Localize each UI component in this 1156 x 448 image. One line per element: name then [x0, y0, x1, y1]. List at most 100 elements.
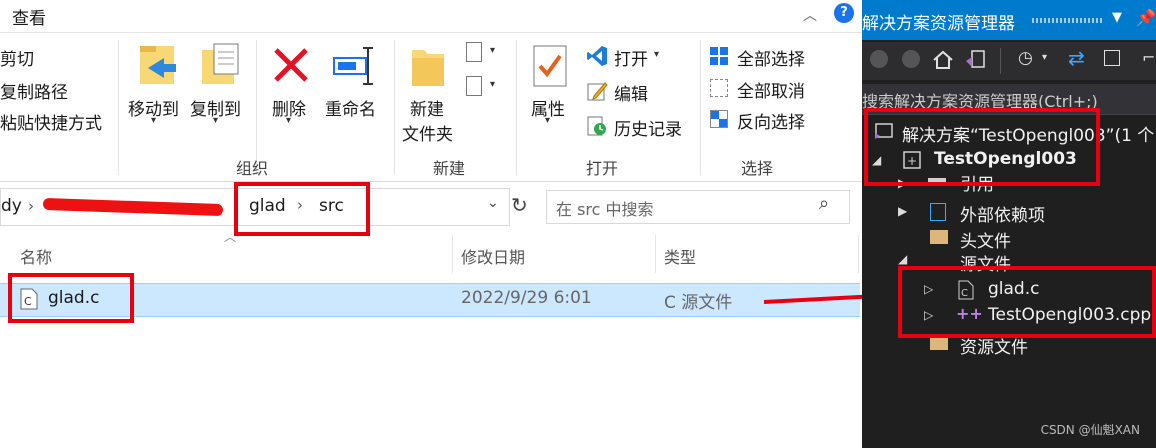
external-deps-icon — [930, 203, 946, 221]
edit-pencil-icon — [587, 82, 608, 101]
panel-options-icon[interactable]: ▼ — [1112, 10, 1122, 25]
edit-label: 编辑 — [614, 85, 648, 105]
panel-toolbar: ◷ ▾ ⇄ ⌐ — [862, 42, 1156, 80]
watermark: CSDN @仙魁XAN — [1040, 423, 1140, 437]
dropdown-arrow-icon: ▾ — [545, 115, 551, 126]
column-header-name[interactable]: 名称 — [20, 244, 52, 268]
invert-selection-button[interactable]: 反向选择 — [710, 108, 814, 133]
breadcrumb-separator-icon: › — [28, 197, 34, 215]
edit-button[interactable]: 编辑 — [586, 80, 666, 105]
properties-button[interactable]: 属性 ▾ — [528, 42, 572, 127]
rename-icon — [333, 47, 373, 85]
easy-access-button[interactable]: ▾ — [466, 76, 502, 100]
group-divider — [700, 40, 701, 175]
dropdown-arrow-icon: ▾ — [213, 115, 219, 126]
pin-icon[interactable]: 📌 — [1136, 8, 1156, 27]
ribbon-tab-bar: 查看 ︿ ? — [0, 0, 862, 32]
group-label-new: 新建 — [433, 159, 466, 178]
cut-button[interactable]: 剪切 — [0, 45, 34, 70]
solution-explorer-panel: 解决方案资源管理器 ▼ 📌 ◷ ▾ ⇄ ⌐ 搜索解决方案资源管理器(Ctrl+;… — [862, 0, 1156, 448]
switch-views-icon[interactable] — [964, 49, 986, 71]
collapsed-triangle-icon[interactable]: ▶ — [898, 204, 907, 218]
open-label: 打开 — [614, 50, 648, 70]
sync-icon[interactable]: ⇄ — [1068, 46, 1085, 70]
annotation-box-solution — [864, 108, 1100, 186]
panel-title: 解决方案资源管理器 — [862, 14, 1015, 34]
group-divider — [118, 40, 119, 175]
group-divider — [394, 40, 395, 175]
column-divider[interactable] — [858, 235, 859, 273]
dropdown-arrow-icon: ▾ — [151, 115, 157, 126]
select-none-button[interactable]: 全部取消 — [710, 77, 814, 102]
toolbar-separator — [1000, 48, 1001, 74]
copy-to-button[interactable]: 复制到 ▾ — [188, 42, 248, 127]
copy-folder-icon — [202, 43, 239, 84]
select-all-label: 全部选择 — [737, 50, 805, 70]
history-icon — [587, 116, 606, 136]
group-divider — [516, 40, 517, 175]
annotation-box-source-files — [898, 266, 1156, 338]
select-all-icon — [710, 47, 728, 65]
search-icon[interactable]: ⌕ — [819, 193, 829, 214]
column-header-type[interactable]: 类型 — [664, 244, 696, 268]
history-label: 历史记录 — [614, 120, 682, 140]
new-folder-button[interactable]: 新建 文件夹 — [400, 42, 460, 145]
dropdown-arrow-icon: ▾ — [654, 49, 660, 60]
copy-path-button[interactable]: 复制路径 — [0, 78, 68, 103]
tree-item-header-files[interactable]: 头文件 — [862, 224, 1156, 252]
pending-changes-icon[interactable]: ◷ — [1018, 48, 1033, 68]
column-divider[interactable] — [452, 235, 453, 273]
tree-item-external-deps[interactable]: ▶ 外部依赖项 — [862, 198, 1156, 226]
expanded-triangle-icon[interactable]: ◢ — [898, 252, 907, 266]
easy-access-icon — [466, 76, 482, 96]
redacted-path-scribble — [42, 197, 224, 217]
dropdown-arrow-icon: ▾ — [490, 79, 496, 90]
invert-selection-icon — [710, 110, 728, 128]
annotation-box-path — [234, 182, 370, 236]
rename-button[interactable]: 重命名 — [322, 42, 386, 127]
back-icon[interactable] — [870, 50, 888, 68]
delete-button[interactable]: 删除 ▾ — [268, 42, 314, 127]
select-all-button[interactable]: 全部选择 — [710, 45, 814, 70]
delete-x-icon — [274, 48, 308, 82]
group-label-select: 选择 — [741, 159, 774, 178]
properties-icon — [533, 45, 567, 87]
move-to-button[interactable]: 移动到 ▾ — [126, 42, 186, 127]
help-icon[interactable]: ? — [834, 3, 854, 23]
open-button[interactable]: 打开 ▾ — [586, 45, 676, 70]
forward-icon[interactable] — [902, 50, 920, 68]
search-input[interactable]: 在 src 中搜索 — [556, 196, 654, 220]
history-button[interactable]: 历史记录 — [586, 115, 690, 140]
file-modified: 2022/9/29 6:01 — [461, 288, 592, 308]
paste-shortcut-button[interactable]: 粘贴快捷方式 — [0, 109, 102, 134]
external-deps-label: 外部依赖项 — [960, 206, 1045, 226]
filter-folder-icon — [930, 230, 948, 244]
panel-title-bar: 解决方案资源管理器 ▼ 📌 — [862, 0, 1156, 40]
column-header-modified[interactable]: 修改日期 — [461, 244, 525, 268]
filter-folder-icon — [930, 336, 948, 350]
new-item-icon — [466, 42, 482, 62]
file-explorer-window: 查看 ︿ ? 剪切 复制路径 粘贴快捷方式 移动到 ▾ 复制到 ▾ 删除 ▾ 重… — [0, 0, 862, 448]
rename-label: 重命名 — [325, 100, 376, 120]
title-grip — [1032, 18, 1102, 23]
refresh-icon[interactable]: ↻ — [511, 193, 528, 217]
group-label-organize: 组织 — [236, 159, 269, 178]
search-box[interactable]: 在 src 中搜索 ⌕ — [546, 190, 850, 224]
address-prefix: dy — [1, 196, 22, 216]
group-label-open: 打开 — [586, 159, 619, 178]
new-folder-icon — [412, 50, 444, 86]
properties-wrench-icon[interactable]: ⌐ — [1142, 48, 1155, 67]
dropdown-arrow-icon: ▾ — [490, 45, 496, 56]
new-item-button[interactable]: ▾ — [466, 42, 502, 66]
collapse-ribbon-icon[interactable]: ︿ — [803, 5, 817, 25]
tab-view[interactable]: 查看 — [12, 4, 46, 29]
select-none-label: 全部取消 — [737, 82, 805, 102]
address-dropdown-icon[interactable]: ⌄ — [487, 195, 499, 211]
dropdown-arrow-icon[interactable]: ▾ — [1042, 52, 1047, 63]
invert-selection-label: 反向选择 — [737, 113, 805, 133]
new-folder-label-line2: 文件夹 — [402, 125, 453, 145]
column-divider[interactable] — [655, 235, 656, 273]
header-files-label: 头文件 — [960, 232, 1011, 252]
collapse-all-icon[interactable] — [1104, 50, 1120, 66]
home-icon[interactable] — [932, 49, 954, 71]
